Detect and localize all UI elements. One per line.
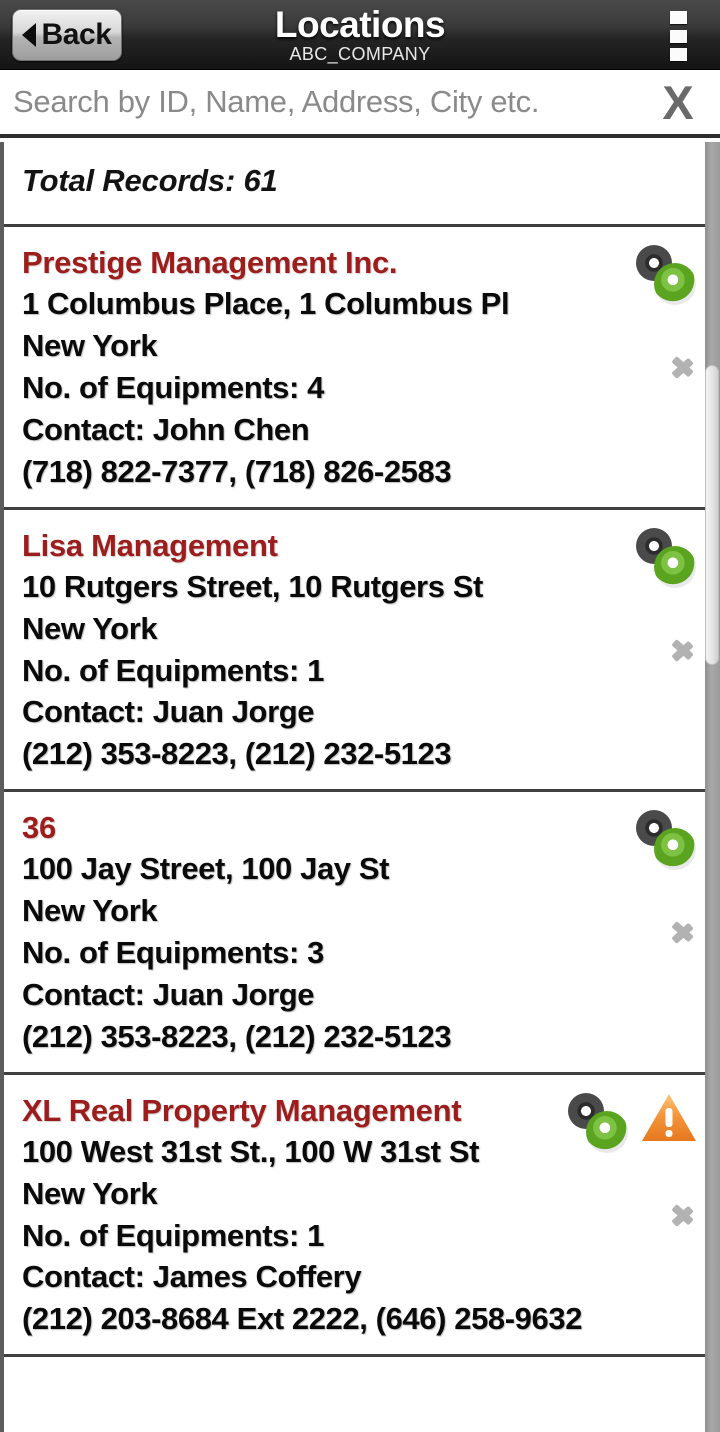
page-subtitle: ABC_COMPANY bbox=[289, 43, 431, 64]
table-row[interactable]: Prestige Management Inc. 1 Columbus Place… bbox=[0, 227, 720, 510]
chevron-right-icon[interactable] bbox=[672, 628, 698, 672]
record-contact: Contact: Juan Jorge bbox=[22, 976, 315, 1012]
locations-screen: Back Locations ABC_COMPANY X Total Recor… bbox=[0, 0, 720, 1432]
back-arrow-icon bbox=[22, 23, 37, 47]
record-name: Prestige Management Inc. bbox=[22, 245, 398, 280]
record-content: Prestige Management Inc. 1 Columbus Place… bbox=[0, 243, 720, 493]
settings-gears-icon[interactable] bbox=[636, 810, 698, 872]
record-contact: Contact: John Chen bbox=[22, 411, 310, 447]
record-address: 100 Jay Street, 100 Jay St bbox=[22, 851, 390, 887]
table-row[interactable]: Lisa Management 10 Rutgers Street, 10 Rut… bbox=[0, 509, 720, 793]
record-city: New York bbox=[22, 893, 158, 929]
record-address: 1 Columbus Place, 1 Columbus Pl bbox=[22, 286, 510, 322]
overflow-menu-icon[interactable] bbox=[662, 10, 694, 62]
settings-gears-icon[interactable] bbox=[636, 245, 698, 307]
gear-green-icon bbox=[654, 828, 696, 871]
search-bar: X bbox=[0, 70, 720, 138]
overflow-dot-3 bbox=[669, 48, 687, 61]
back-button[interactable]: Back bbox=[12, 9, 122, 61]
total-records-label: Total Records: 61 bbox=[22, 163, 278, 198]
gear-green-icon bbox=[654, 545, 696, 588]
record-city: New York bbox=[22, 610, 158, 646]
record-equipment-count: No. of Equipments: 3 bbox=[22, 935, 325, 971]
record-equipment-count: No. of Equipments: 1 bbox=[22, 1217, 325, 1253]
record-content: Lisa Management 10 Rutgers Street, 10 Rut… bbox=[0, 526, 720, 776]
record-phones: (212) 353-8223, (212) 232-5123 bbox=[22, 736, 452, 772]
close-icon: X bbox=[662, 75, 694, 129]
clear-search-button[interactable]: X bbox=[636, 68, 720, 136]
record-equipment-count: No. of Equipments: 4 bbox=[22, 369, 325, 405]
record-phones: (718) 822-7377, (718) 826-2583 bbox=[22, 453, 452, 489]
scrollbar-thumb[interactable] bbox=[705, 365, 719, 665]
back-button-label: Back bbox=[41, 18, 112, 51]
gear-green-icon bbox=[654, 263, 696, 305]
record-content: 36 100 Jay Street, 100 Jay St New York No. … bbox=[0, 808, 720, 1058]
settings-gears-icon[interactable] bbox=[636, 527, 698, 590]
record-equipment-count: No. of Equipments: 1 bbox=[22, 652, 325, 688]
record-name: Lisa Management bbox=[22, 527, 278, 563]
record-name: 36 bbox=[22, 810, 56, 846]
record-contact: Contact: James Coffery bbox=[22, 1259, 362, 1295]
gear-green-icon bbox=[586, 1110, 628, 1153]
record-city: New York bbox=[22, 328, 158, 364]
locations-list: Prestige Management Inc. 1 Columbus Place… bbox=[0, 227, 720, 1358]
table-row[interactable]: 36 100 Jay Street, 100 Jay St New York No. … bbox=[0, 792, 720, 1075]
record-address: 100 West 31st St., 100 W 31st St bbox=[22, 1133, 480, 1169]
table-row[interactable]: XL Real Property Management 100 West 31st… bbox=[0, 1074, 720, 1358]
list-left-edge bbox=[0, 142, 4, 1432]
chevron-right-icon[interactable] bbox=[672, 345, 698, 389]
chevron-right-icon[interactable] bbox=[672, 910, 698, 954]
record-phones: (212) 203-8684 Ext 2222, (646) 258-9632 bbox=[22, 1301, 583, 1337]
overflow-dot-1 bbox=[669, 11, 687, 24]
record-contact: Contact: Juan Jorge bbox=[22, 694, 315, 730]
warning-triangle-icon[interactable] bbox=[640, 1091, 698, 1145]
record-city: New York bbox=[22, 1175, 158, 1211]
page-title: Locations bbox=[274, 3, 446, 45]
chevron-right-icon[interactable] bbox=[672, 1193, 698, 1237]
record-address: 10 Rutgers Street, 10 Rutgers St bbox=[22, 568, 483, 604]
settings-gears-icon[interactable] bbox=[568, 1092, 630, 1155]
scrollbar-track[interactable] bbox=[705, 142, 720, 1432]
record-phones: (212) 353-8223, (212) 232-5123 bbox=[22, 1018, 452, 1054]
title-bar: Back Locations ABC_COMPANY bbox=[0, 0, 720, 70]
total-records-bar: Total Records: 61 bbox=[0, 138, 720, 227]
record-name: XL Real Property Management bbox=[22, 1092, 462, 1128]
search-input[interactable] bbox=[0, 84, 636, 120]
overflow-dot-2 bbox=[669, 29, 687, 43]
